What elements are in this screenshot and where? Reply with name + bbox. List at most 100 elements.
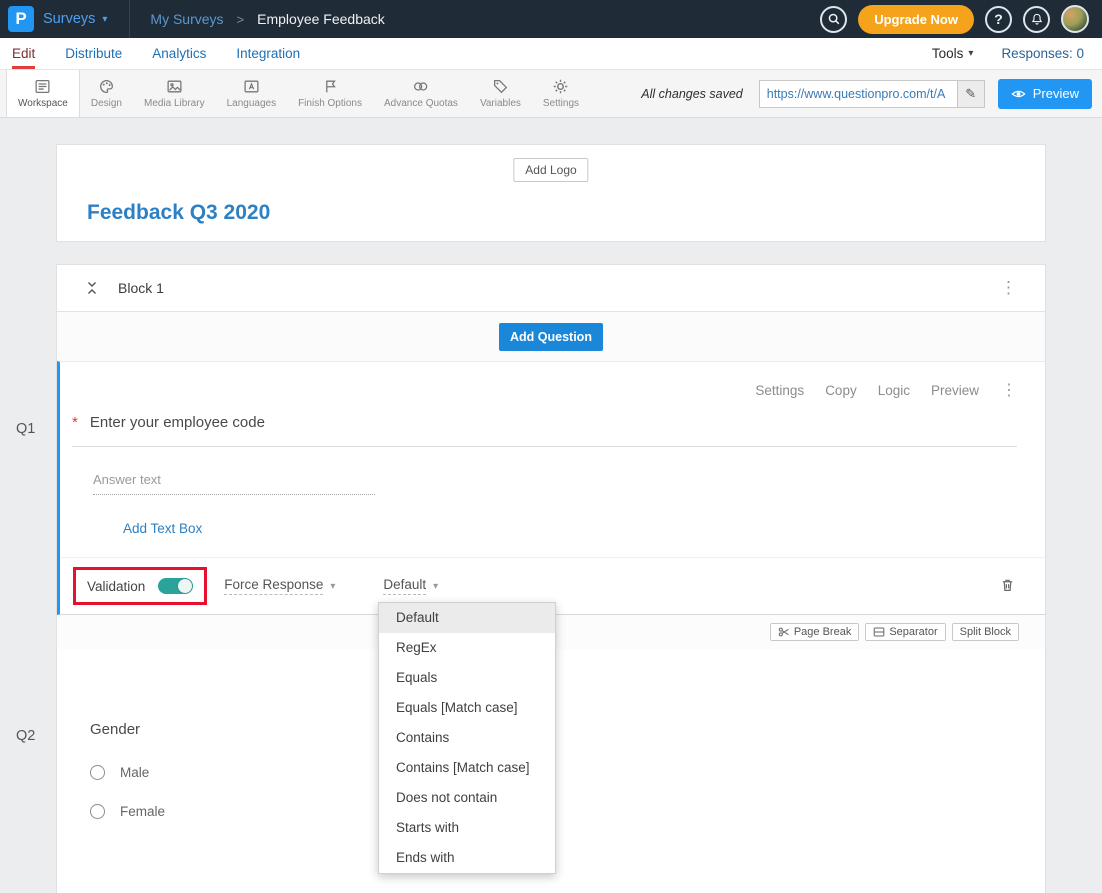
survey-editor-main: Q1 Q2 Add Logo Feedback Q3 2020 Block 1 … <box>0 118 1102 893</box>
topbar-actions: Upgrade Now ? <box>820 5 1102 34</box>
question1-id-label: Q1 <box>16 421 35 437</box>
question1-title-row: * Enter your employee code <box>72 414 1017 447</box>
block-header: Block 1 ⋮ <box>57 265 1045 312</box>
block-kebab-menu[interactable]: ⋮ <box>1000 278 1017 298</box>
menu-option-contains-match-case[interactable]: Contains [Match case] <box>379 753 555 783</box>
toolbar-item-advance-quotas[interactable]: Advance Quotas <box>373 70 469 117</box>
bell-icon <box>1030 12 1044 27</box>
pencil-icon: ✎ <box>965 86 976 101</box>
survey-header-card: Add Logo Feedback Q3 2020 <box>56 144 1046 242</box>
user-avatar[interactable] <box>1061 5 1089 33</box>
tabbar-right: Tools ▾ Responses: 0 <box>932 38 1090 69</box>
radio-option-male[interactable]: Male <box>90 765 1045 780</box>
split-block-button[interactable]: Split Block <box>952 623 1019 641</box>
breadcrumb-my-surveys[interactable]: My Surveys <box>150 11 223 27</box>
settings-gear-icon <box>552 78 569 95</box>
toolbar-item-settings[interactable]: Settings <box>532 70 590 117</box>
eye-icon <box>1011 88 1026 100</box>
block-collapse-button[interactable] <box>85 280 99 296</box>
tab-integration[interactable]: Integration <box>236 38 300 69</box>
validation-toggle[interactable] <box>158 578 193 594</box>
add-question-button[interactable]: Add Question <box>499 323 603 351</box>
question-logic-action[interactable]: Logic <box>878 383 910 398</box>
add-logo-button[interactable]: Add Logo <box>513 158 588 182</box>
search-icon <box>827 12 841 26</box>
annotation-highlight-box: Validation <box>73 567 207 605</box>
media-library-icon <box>166 78 183 95</box>
page-break-label: Page Break <box>794 626 851 638</box>
question-copy-action[interactable]: Copy <box>825 383 857 398</box>
menu-option-regex[interactable]: RegEx <box>379 633 555 663</box>
questionpro-logo[interactable]: P <box>8 6 34 32</box>
radio-option-label: Male <box>120 765 149 780</box>
radio-button-icon[interactable] <box>90 804 105 819</box>
validation-label: Validation <box>87 579 145 594</box>
toolbar-item-label: Languages <box>227 98 277 109</box>
separator-button[interactable]: Separator <box>865 623 945 641</box>
notifications-button[interactable] <box>1023 6 1050 33</box>
survey-title[interactable]: Feedback Q3 2020 <box>57 145 1045 225</box>
question-mark-icon: ? <box>994 11 1003 27</box>
add-text-box-link[interactable]: Add Text Box <box>123 521 202 536</box>
required-asterisk-icon: * <box>72 414 78 431</box>
trash-icon <box>1000 577 1015 593</box>
question1-card: Settings Copy Logic Preview ⋮ * Enter yo… <box>57 361 1045 615</box>
menu-option-ends-with[interactable]: Ends with <box>379 843 555 873</box>
edit-url-button[interactable]: ✎ <box>957 81 984 107</box>
toolbar-item-finish-options[interactable]: Finish Options <box>287 70 373 117</box>
tab-analytics[interactable]: Analytics <box>152 38 206 69</box>
breadcrumb: My Surveys > Employee Feedback <box>150 11 384 27</box>
chevron-down-icon: ▾ <box>968 48 973 59</box>
responses-count[interactable]: Responses: 0 <box>1001 46 1084 61</box>
page-break-button[interactable]: Page Break <box>770 623 859 641</box>
toolbar-item-variables[interactable]: Variables <box>469 70 532 117</box>
menu-option-starts-with[interactable]: Starts with <box>379 813 555 843</box>
tab-distribute[interactable]: Distribute <box>65 38 122 69</box>
menu-option-equals[interactable]: Equals <box>379 663 555 693</box>
delete-question-button[interactable] <box>1000 577 1015 596</box>
finish-options-flag-icon <box>322 78 339 95</box>
add-question-row: Add Question <box>57 312 1045 361</box>
question1-kebab-menu[interactable]: ⋮ <box>1001 380 1017 400</box>
advance-quotas-icon <box>412 78 429 95</box>
preview-button[interactable]: Preview <box>998 79 1092 109</box>
upgrade-now-button[interactable]: Upgrade Now <box>858 5 974 34</box>
tab-edit[interactable]: Edit <box>12 38 35 69</box>
edit-toolbar: Workspace Design Media Library Languages… <box>0 70 1102 118</box>
toolbar-item-label: Finish Options <box>298 98 362 109</box>
toolbar-item-languages[interactable]: Languages <box>216 70 288 117</box>
toolbar-item-media-library[interactable]: Media Library <box>133 70 216 117</box>
radio-option-female[interactable]: Female <box>90 804 1045 819</box>
search-button[interactable] <box>820 6 847 33</box>
tools-menu[interactable]: Tools ▾ <box>932 46 974 61</box>
menu-option-equals-match-case[interactable]: Equals [Match case] <box>379 693 555 723</box>
menu-option-does-not-contain[interactable]: Does not contain <box>379 783 555 813</box>
toolbar-item-workspace[interactable]: Workspace <box>6 70 80 117</box>
save-status-text: All changes saved <box>641 87 742 101</box>
survey-url-box: ✎ <box>759 80 985 108</box>
workspace-icon <box>34 78 51 95</box>
validation-type-value: Default <box>383 577 426 595</box>
product-menu-label: Surveys <box>43 11 95 27</box>
breadcrumb-separator: > <box>237 12 245 27</box>
menu-option-default[interactable]: Default <box>379 603 555 633</box>
validation-type-dropdown[interactable]: Default ▾ <box>383 577 438 595</box>
toolbar-item-design[interactable]: Design <box>80 70 133 117</box>
topbar: P Surveys ▾ My Surveys > Employee Feedba… <box>0 0 1102 38</box>
question1-text[interactable]: Enter your employee code <box>90 414 265 431</box>
survey-url-input[interactable] <box>760 81 957 107</box>
variables-tag-icon <box>492 78 509 95</box>
chevron-down-icon: ▾ <box>433 581 438 592</box>
force-response-dropdown[interactable]: Force Response ▾ <box>224 577 335 595</box>
answer-text-field[interactable]: Answer text <box>93 472 375 495</box>
collapse-icon <box>85 280 99 296</box>
menu-option-contains[interactable]: Contains <box>379 723 555 753</box>
help-button[interactable]: ? <box>985 6 1012 33</box>
question-settings-action[interactable]: Settings <box>755 383 804 398</box>
block-title[interactable]: Block 1 <box>118 280 164 296</box>
surveys-product-menu[interactable]: Surveys ▾ <box>43 11 107 27</box>
question-preview-action[interactable]: Preview <box>931 383 979 398</box>
radio-button-icon[interactable] <box>90 765 105 780</box>
toolbar-item-label: Settings <box>543 98 579 109</box>
chevron-down-icon: ▾ <box>102 14 107 25</box>
